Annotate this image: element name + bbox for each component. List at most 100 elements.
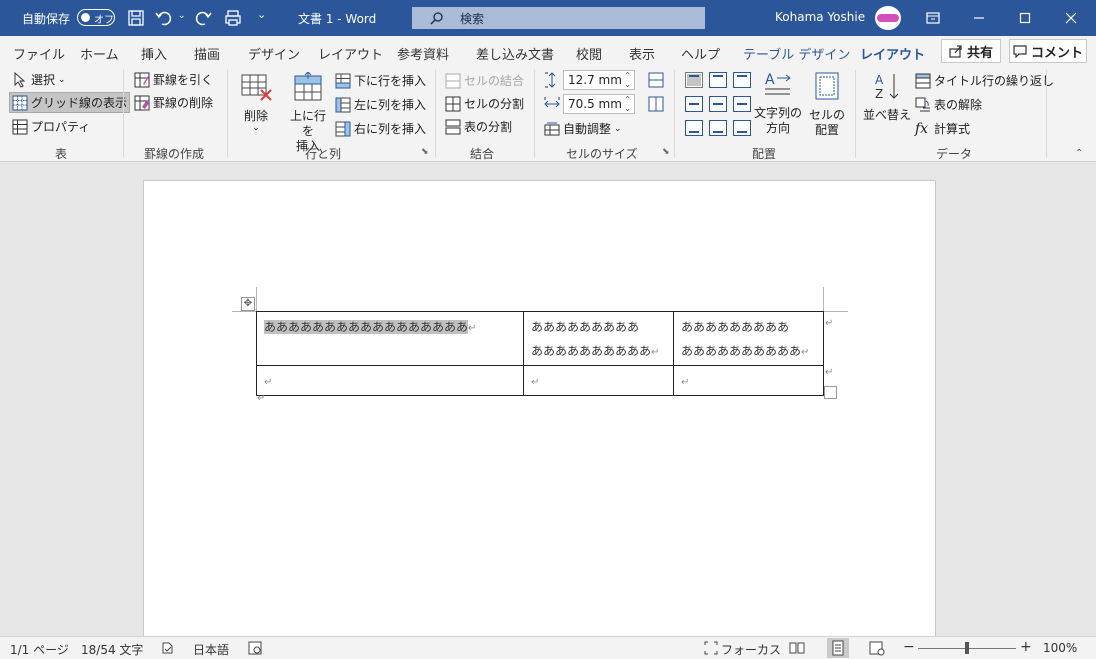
tab-help[interactable]: ヘルプ (681, 44, 720, 63)
table-cell[interactable]: あああああああああああああああああ↵ (256, 311, 524, 366)
align-top-right-button[interactable] (733, 72, 751, 88)
properties-button[interactable]: プロパティ (12, 118, 90, 135)
repeat-header-rows-button[interactable]: タイトル行の繰り返し (915, 72, 1054, 89)
align-center-left-button[interactable] (685, 96, 703, 112)
web-layout-button[interactable] (866, 638, 888, 658)
table-cell[interactable]: ↵ (523, 365, 674, 396)
text-direction-label-2: 方向 (765, 121, 790, 135)
accessibility-icon[interactable] (248, 641, 262, 655)
read-mode-button[interactable] (786, 638, 808, 658)
document-page[interactable]: ✥ あああああああああああああああああ↵ あああああああああ あああああああああ… (143, 180, 936, 636)
close-button[interactable] (1048, 0, 1094, 36)
column-width-icon (544, 97, 560, 108)
align-center-right-button[interactable] (733, 96, 751, 112)
align-center-button[interactable] (709, 96, 727, 112)
minimize-button[interactable] (956, 0, 1002, 36)
delete-button[interactable]: 削除 ⌄ (236, 72, 276, 133)
table-cell[interactable]: あああああああああ ああああああああああ↵ (673, 311, 824, 366)
split-cells-icon (445, 96, 461, 111)
table-cell[interactable]: ↵ (256, 365, 524, 396)
view-gridlines-button[interactable]: グリッド線の表示 (9, 92, 131, 113)
align-bottom-left-button[interactable] (685, 120, 703, 136)
align-bottom-right-button[interactable] (733, 120, 751, 136)
quick-print-icon[interactable] (223, 8, 243, 28)
split-cells-button[interactable]: セルの分割 (445, 95, 524, 112)
rows-columns-launcher-icon[interactable]: ⬊ (421, 147, 429, 157)
undo-dropdown-icon[interactable]: ⌄ (178, 11, 186, 21)
avatar[interactable] (875, 6, 901, 30)
tab-table-layout[interactable]: レイアウト (860, 44, 926, 69)
insert-below-button[interactable]: 下に行を挿入 (335, 72, 426, 89)
merge-cells-button[interactable]: セルの結合 (445, 72, 524, 89)
page-count[interactable]: 1/1 ページ (10, 641, 69, 658)
tab-insert[interactable]: 挿入 (141, 44, 167, 63)
tab-table-design[interactable]: テーブル デザイン (743, 44, 850, 63)
column-width-spinner-icon[interactable]: ⌃ ⌄ (624, 95, 631, 113)
table-cell[interactable]: ↵ (673, 365, 824, 396)
cell-margins-button[interactable]: セルの 配置 (806, 71, 848, 138)
select-label: 選択 (31, 73, 56, 87)
column-width-value: 70.5 mm (568, 97, 622, 111)
tab-mailings[interactable]: 差し込み文書 (476, 44, 554, 63)
table-cell[interactable]: あああああああああ ああああああああああ↵ (523, 311, 674, 366)
search-box[interactable]: 検索 (412, 7, 705, 29)
select-button[interactable]: 選択 ⌄ (12, 71, 66, 88)
distribute-columns-icon[interactable] (648, 96, 664, 112)
insert-right-button[interactable]: 右に列を挿入 (335, 120, 426, 137)
cell-size-launcher-icon[interactable]: ⬊ (662, 147, 670, 157)
maximize-button[interactable] (1002, 0, 1048, 36)
save-icon[interactable] (126, 8, 146, 28)
row-height-input[interactable]: 12.7 mm ⌃ ⌄ (563, 70, 635, 90)
distribute-rows-icon[interactable] (648, 72, 664, 88)
tab-file[interactable]: ファイル (13, 44, 65, 63)
share-button[interactable]: 共有 (941, 39, 1001, 63)
autofit-button[interactable]: 自動調整 ⌄ (544, 120, 622, 137)
align-top-center-button[interactable] (709, 72, 727, 88)
ribbon-display-options-button[interactable] (910, 0, 956, 36)
zoom-slider-thumb[interactable] (965, 642, 969, 654)
zoom-in-button[interactable]: + (1020, 639, 1032, 655)
redo-icon[interactable] (193, 8, 213, 28)
focus-mode-button[interactable]: フォーカス (721, 641, 781, 658)
row-height-spinner-icon[interactable]: ⌃ ⌄ (624, 71, 631, 89)
tab-draw[interactable]: 描画 (194, 44, 220, 63)
insert-left-button[interactable]: 左に列を挿入 (335, 96, 426, 113)
tab-view[interactable]: 表示 (629, 44, 655, 63)
comments-button[interactable]: コメント (1009, 39, 1087, 63)
customize-qat-icon[interactable]: ⌄ (257, 8, 266, 21)
tab-design[interactable]: デザイン (248, 44, 300, 63)
align-top-left-button[interactable] (685, 72, 703, 88)
collapse-ribbon-icon[interactable]: ⌃ (1075, 148, 1083, 159)
insert-right-label: 右に列を挿入 (354, 122, 427, 136)
tab-layout[interactable]: レイアウト (318, 44, 383, 63)
table-resize-handle[interactable] (824, 386, 837, 399)
tab-home[interactable]: ホーム (80, 44, 119, 63)
align-bottom-center-button[interactable] (709, 120, 727, 136)
zoom-level[interactable]: 100% (1043, 641, 1077, 655)
text-direction-button[interactable]: A 文字列の 方向 (753, 71, 803, 136)
formula-button[interactable]: fx 計算式 (915, 120, 970, 137)
language[interactable]: 日本語 (193, 641, 229, 658)
proofing-icon[interactable] (161, 641, 175, 655)
user-name[interactable]: Kohama Yoshie (775, 10, 865, 24)
zoom-out-button[interactable]: − (903, 639, 915, 655)
convert-to-text-button[interactable]: 表の解除 (915, 96, 982, 113)
tab-references[interactable]: 参考資料 (397, 44, 449, 63)
autosave-toggle[interactable]: オフ (77, 9, 115, 26)
eraser-button[interactable]: 罫線の削除 (134, 94, 213, 111)
split-table-button[interactable]: 表の分割 (445, 118, 512, 135)
tab-review[interactable]: 校閲 (576, 44, 602, 63)
word-count[interactable]: 18/54 文字 (81, 641, 143, 658)
group-data-label: データ (936, 147, 973, 161)
sort-button[interactable]: AZ 並べ替え (863, 71, 911, 123)
insert-above-button[interactable]: 上に行を 挿入 (285, 71, 331, 154)
column-width-input[interactable]: 70.5 mm ⌃ ⌄ (563, 94, 635, 114)
print-layout-button[interactable] (827, 638, 849, 658)
separator (227, 70, 228, 158)
table-move-handle-icon[interactable]: ✥ (241, 297, 255, 311)
undo-icon[interactable] (154, 8, 174, 28)
merge-cells-label: セルの結合 (464, 74, 525, 88)
svg-text:A: A (765, 72, 775, 88)
draw-table-button[interactable]: 罫線を引く (134, 71, 213, 88)
document-table[interactable]: あああああああああああああああああ↵ あああああああああ ああああああああああ↵… (256, 311, 824, 396)
